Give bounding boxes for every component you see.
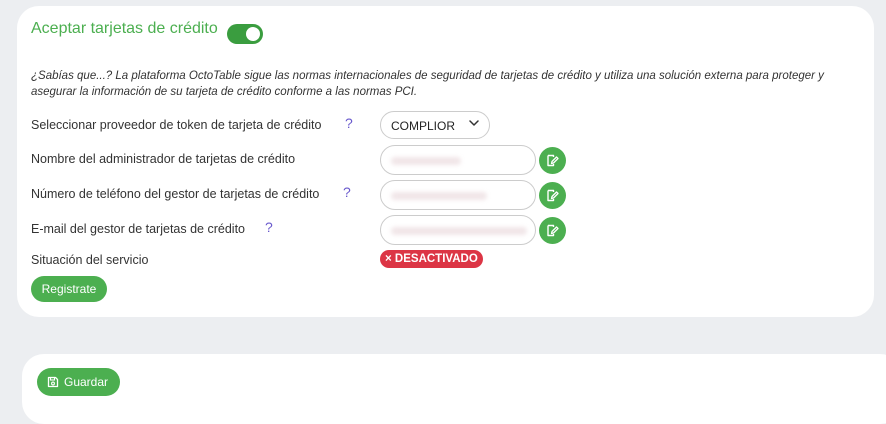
phone-edit-button[interactable] xyxy=(539,182,566,209)
edit-icon xyxy=(547,154,559,167)
phone-input[interactable] xyxy=(380,180,536,210)
accept-cards-toggle[interactable] xyxy=(227,24,263,44)
close-icon: × xyxy=(385,253,392,265)
email-edit-button[interactable] xyxy=(539,217,566,244)
email-help-icon[interactable]: ? xyxy=(265,219,273,235)
floppy-disk-icon xyxy=(47,376,59,388)
save-button[interactable]: Guardar xyxy=(37,368,120,396)
info-text: ¿Sabías que...? La plataforma OctoTable … xyxy=(31,70,824,98)
provider-label: Seleccionar proveedor de token de tarjet… xyxy=(31,118,322,132)
email-label: E-mail del gestor de tarjetas de crédito xyxy=(31,222,245,236)
status-badge-text: DESACTIVADO xyxy=(394,253,478,265)
redacted-value xyxy=(391,192,487,200)
status-label: Situación del servicio xyxy=(31,253,149,267)
save-button-label: Guardar xyxy=(64,375,109,389)
toggle-knob xyxy=(246,27,260,41)
redacted-value xyxy=(391,227,527,235)
admin-name-input[interactable] xyxy=(380,145,536,175)
provider-select-value: COMPLIOR xyxy=(391,119,456,133)
admin-name-label: Nombre del administrador de tarjetas de … xyxy=(31,152,296,166)
chevron-down-icon xyxy=(469,120,479,126)
redacted-value xyxy=(391,157,461,165)
register-button[interactable]: Registrate xyxy=(31,276,107,302)
status-badge: × DESACTIVADO xyxy=(380,250,483,268)
phone-help-icon[interactable]: ? xyxy=(343,184,351,200)
section-title: Aceptar tarjetas de crédito xyxy=(31,20,218,37)
provider-select[interactable]: COMPLIOR xyxy=(380,111,490,139)
save-card: Guardar xyxy=(22,354,886,424)
edit-icon xyxy=(547,224,559,237)
phone-label: Número de teléfono del gestor de tarjeta… xyxy=(31,187,320,201)
email-input[interactable] xyxy=(380,215,536,245)
admin-name-edit-button[interactable] xyxy=(539,147,566,174)
credit-card-settings-card: Aceptar tarjetas de crédito ¿Sabías que.… xyxy=(17,6,874,317)
edit-icon xyxy=(547,189,559,202)
provider-help-icon[interactable]: ? xyxy=(345,115,353,131)
